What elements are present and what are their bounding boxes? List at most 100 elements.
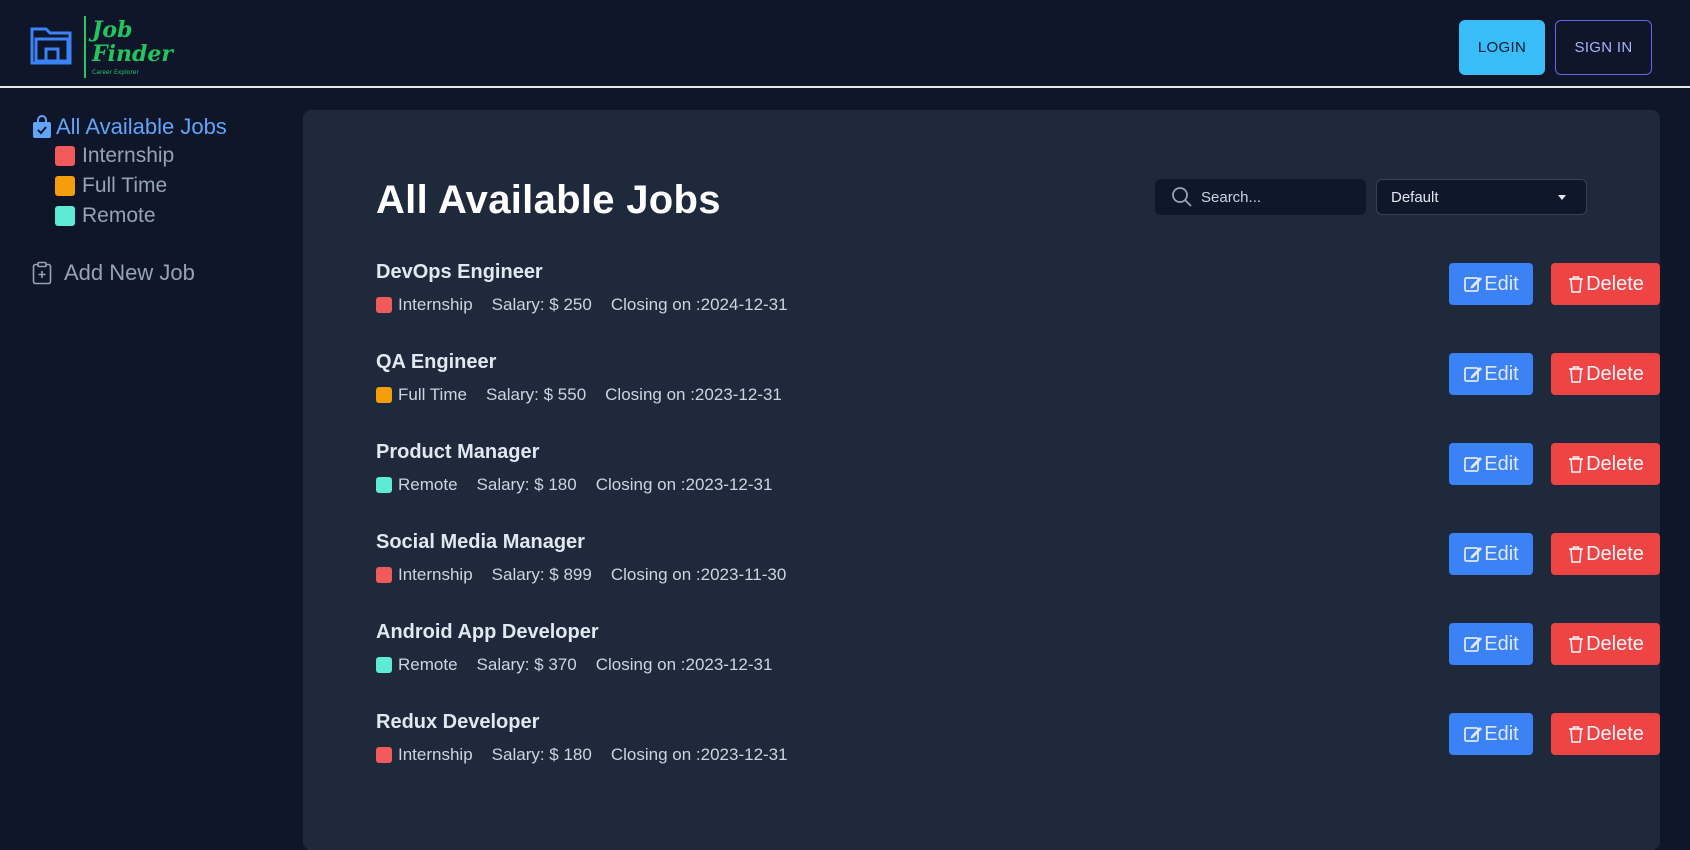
main-panel: All Available Jobs Default DevOps Engine… <box>303 110 1660 850</box>
job-closing-date: Closing on :2023-11-30 <box>610 565 787 584</box>
job-row: Social Media Manager Internship Salary: $ … <box>376 531 1660 591</box>
logo-word-finder: Finder <box>92 41 173 67</box>
job-type-swatch <box>376 657 392 673</box>
edit-button-label: Edit <box>1484 272 1519 295</box>
internship-color-swatch <box>55 146 75 166</box>
job-type: Internship <box>398 745 473 764</box>
job-salary: Salary: $ 180 <box>491 745 592 764</box>
job-title: Product Manager <box>376 441 540 463</box>
job-meta: Full Time Salary: $ 550 Closing on :2023-1… <box>376 385 782 405</box>
edit-button-label: Edit <box>1484 632 1519 655</box>
delete-button-label: Delete <box>1586 362 1644 385</box>
edit-icon <box>1463 454 1483 474</box>
edit-button[interactable]: Edit <box>1449 623 1533 665</box>
job-row: Android App Developer Remote Salary: $ 370… <box>376 621 1660 681</box>
edit-icon <box>1463 544 1483 564</box>
job-salary: Salary: $ 370 <box>476 655 577 674</box>
edit-button[interactable]: Edit <box>1449 263 1533 305</box>
sidebar-filter-full-time[interactable]: Full Time <box>55 174 167 198</box>
edit-button-label: Edit <box>1484 362 1519 385</box>
job-closing-date: Closing on :2024-12-31 <box>610 295 788 314</box>
logo[interactable]: Job Finder Career Explorer <box>30 16 173 78</box>
edit-icon <box>1463 724 1483 744</box>
caret-down-icon <box>1558 194 1566 200</box>
logo-tagline: Career Explorer <box>92 69 139 76</box>
job-closing-date: Closing on :2023-12-31 <box>595 655 773 674</box>
clipboard-plus-icon <box>32 260 54 286</box>
job-title: DevOps Engineer <box>376 261 543 283</box>
sidebar: All Available Jobs Internship Full Time … <box>0 90 300 830</box>
job-type-swatch <box>376 387 392 403</box>
sidebar-item-add-job-label: Add New Job <box>64 260 195 285</box>
delete-button[interactable]: Delete <box>1551 533 1660 575</box>
trash-icon <box>1567 544 1585 564</box>
edit-icon <box>1463 634 1483 654</box>
edit-button-label: Edit <box>1484 452 1519 475</box>
job-closing-date: Closing on :2023-12-31 <box>595 475 773 494</box>
folder-logo-icon <box>30 18 76 72</box>
signin-button[interactable]: SIGN IN <box>1555 20 1652 75</box>
job-type: Remote <box>398 475 458 494</box>
job-meta: Remote Salary: $ 180 Closing on :2023-12-3… <box>376 475 772 495</box>
sidebar-filter-label: Internship <box>82 144 175 167</box>
edit-button-label: Edit <box>1484 722 1519 745</box>
job-type: Full Time <box>398 385 467 404</box>
job-closing-date: Closing on :2023-12-31 <box>610 745 788 764</box>
edit-button[interactable]: Edit <box>1449 713 1533 755</box>
job-type-swatch <box>376 477 392 493</box>
trash-icon <box>1567 634 1585 654</box>
sidebar-filter-internship[interactable]: Internship <box>55 144 174 168</box>
edit-button-label: Edit <box>1484 542 1519 565</box>
job-row: Redux Developer Internship Salary: $ 180 Cl… <box>376 711 1660 771</box>
job-row: DevOps Engineer Internship Salary: $ 250 Cl… <box>376 261 1660 321</box>
delete-button[interactable]: Delete <box>1551 713 1660 755</box>
sidebar-filter-label: Remote <box>82 204 156 227</box>
job-title: Redux Developer <box>376 711 540 733</box>
job-row: Product Manager Remote Salary: $ 180 Closin… <box>376 441 1660 501</box>
sort-select-value: Default <box>1391 188 1439 206</box>
edit-button[interactable]: Edit <box>1449 443 1533 485</box>
login-button[interactable]: LOGIN <box>1459 20 1545 75</box>
job-title: Social Media Manager <box>376 531 585 553</box>
shopping-bag-icon <box>32 114 54 140</box>
job-meta: Internship Salary: $ 250 Closing on :2024-… <box>376 295 788 315</box>
search-icon <box>1171 186 1193 208</box>
delete-button-label: Delete <box>1586 632 1644 655</box>
job-type: Remote <box>398 655 458 674</box>
trash-icon <box>1567 364 1585 384</box>
edit-button[interactable]: Edit <box>1449 353 1533 395</box>
logo-divider <box>84 16 86 78</box>
delete-button[interactable]: Delete <box>1551 443 1660 485</box>
sidebar-item-all-jobs-label: All Available Jobs <box>56 114 227 139</box>
job-closing-date: Closing on :2023-12-31 <box>605 385 782 404</box>
logo-word-job: Job <box>92 17 133 43</box>
job-type: Internship <box>398 295 473 314</box>
delete-button[interactable]: Delete <box>1551 353 1660 395</box>
sidebar-item-all-jobs[interactable]: All Available Jobs <box>32 114 227 140</box>
job-type: Internship <box>398 565 473 584</box>
page-title: All Available Jobs <box>376 178 721 222</box>
job-type-swatch <box>376 567 392 583</box>
full-time-color-swatch <box>55 176 75 196</box>
search-input[interactable] <box>1201 188 1351 206</box>
top-header: Job Finder Career Explorer LOGIN SIGN IN <box>0 0 1690 88</box>
job-meta: Internship Salary: $ 180 Closing on :2023-… <box>376 745 788 765</box>
job-title: QA Engineer <box>376 351 497 373</box>
edit-icon <box>1463 364 1483 384</box>
delete-button[interactable]: Delete <box>1551 623 1660 665</box>
sidebar-item-add-job[interactable]: Add New Job <box>32 260 195 286</box>
edit-button[interactable]: Edit <box>1449 533 1533 575</box>
job-meta: Internship Salary: $ 899 Closing on :2023-… <box>376 565 786 585</box>
job-salary: Salary: $ 550 <box>485 385 587 404</box>
search-box[interactable] <box>1155 179 1366 215</box>
trash-icon <box>1567 454 1585 474</box>
edit-icon <box>1463 274 1483 294</box>
sidebar-filter-remote[interactable]: Remote <box>55 204 156 228</box>
delete-button[interactable]: Delete <box>1551 263 1660 305</box>
delete-button-label: Delete <box>1586 722 1644 745</box>
sort-select[interactable]: Default <box>1376 179 1587 215</box>
remote-color-swatch <box>55 206 75 226</box>
job-type-swatch <box>376 297 392 313</box>
delete-button-label: Delete <box>1586 542 1644 565</box>
job-type-swatch <box>376 747 392 763</box>
